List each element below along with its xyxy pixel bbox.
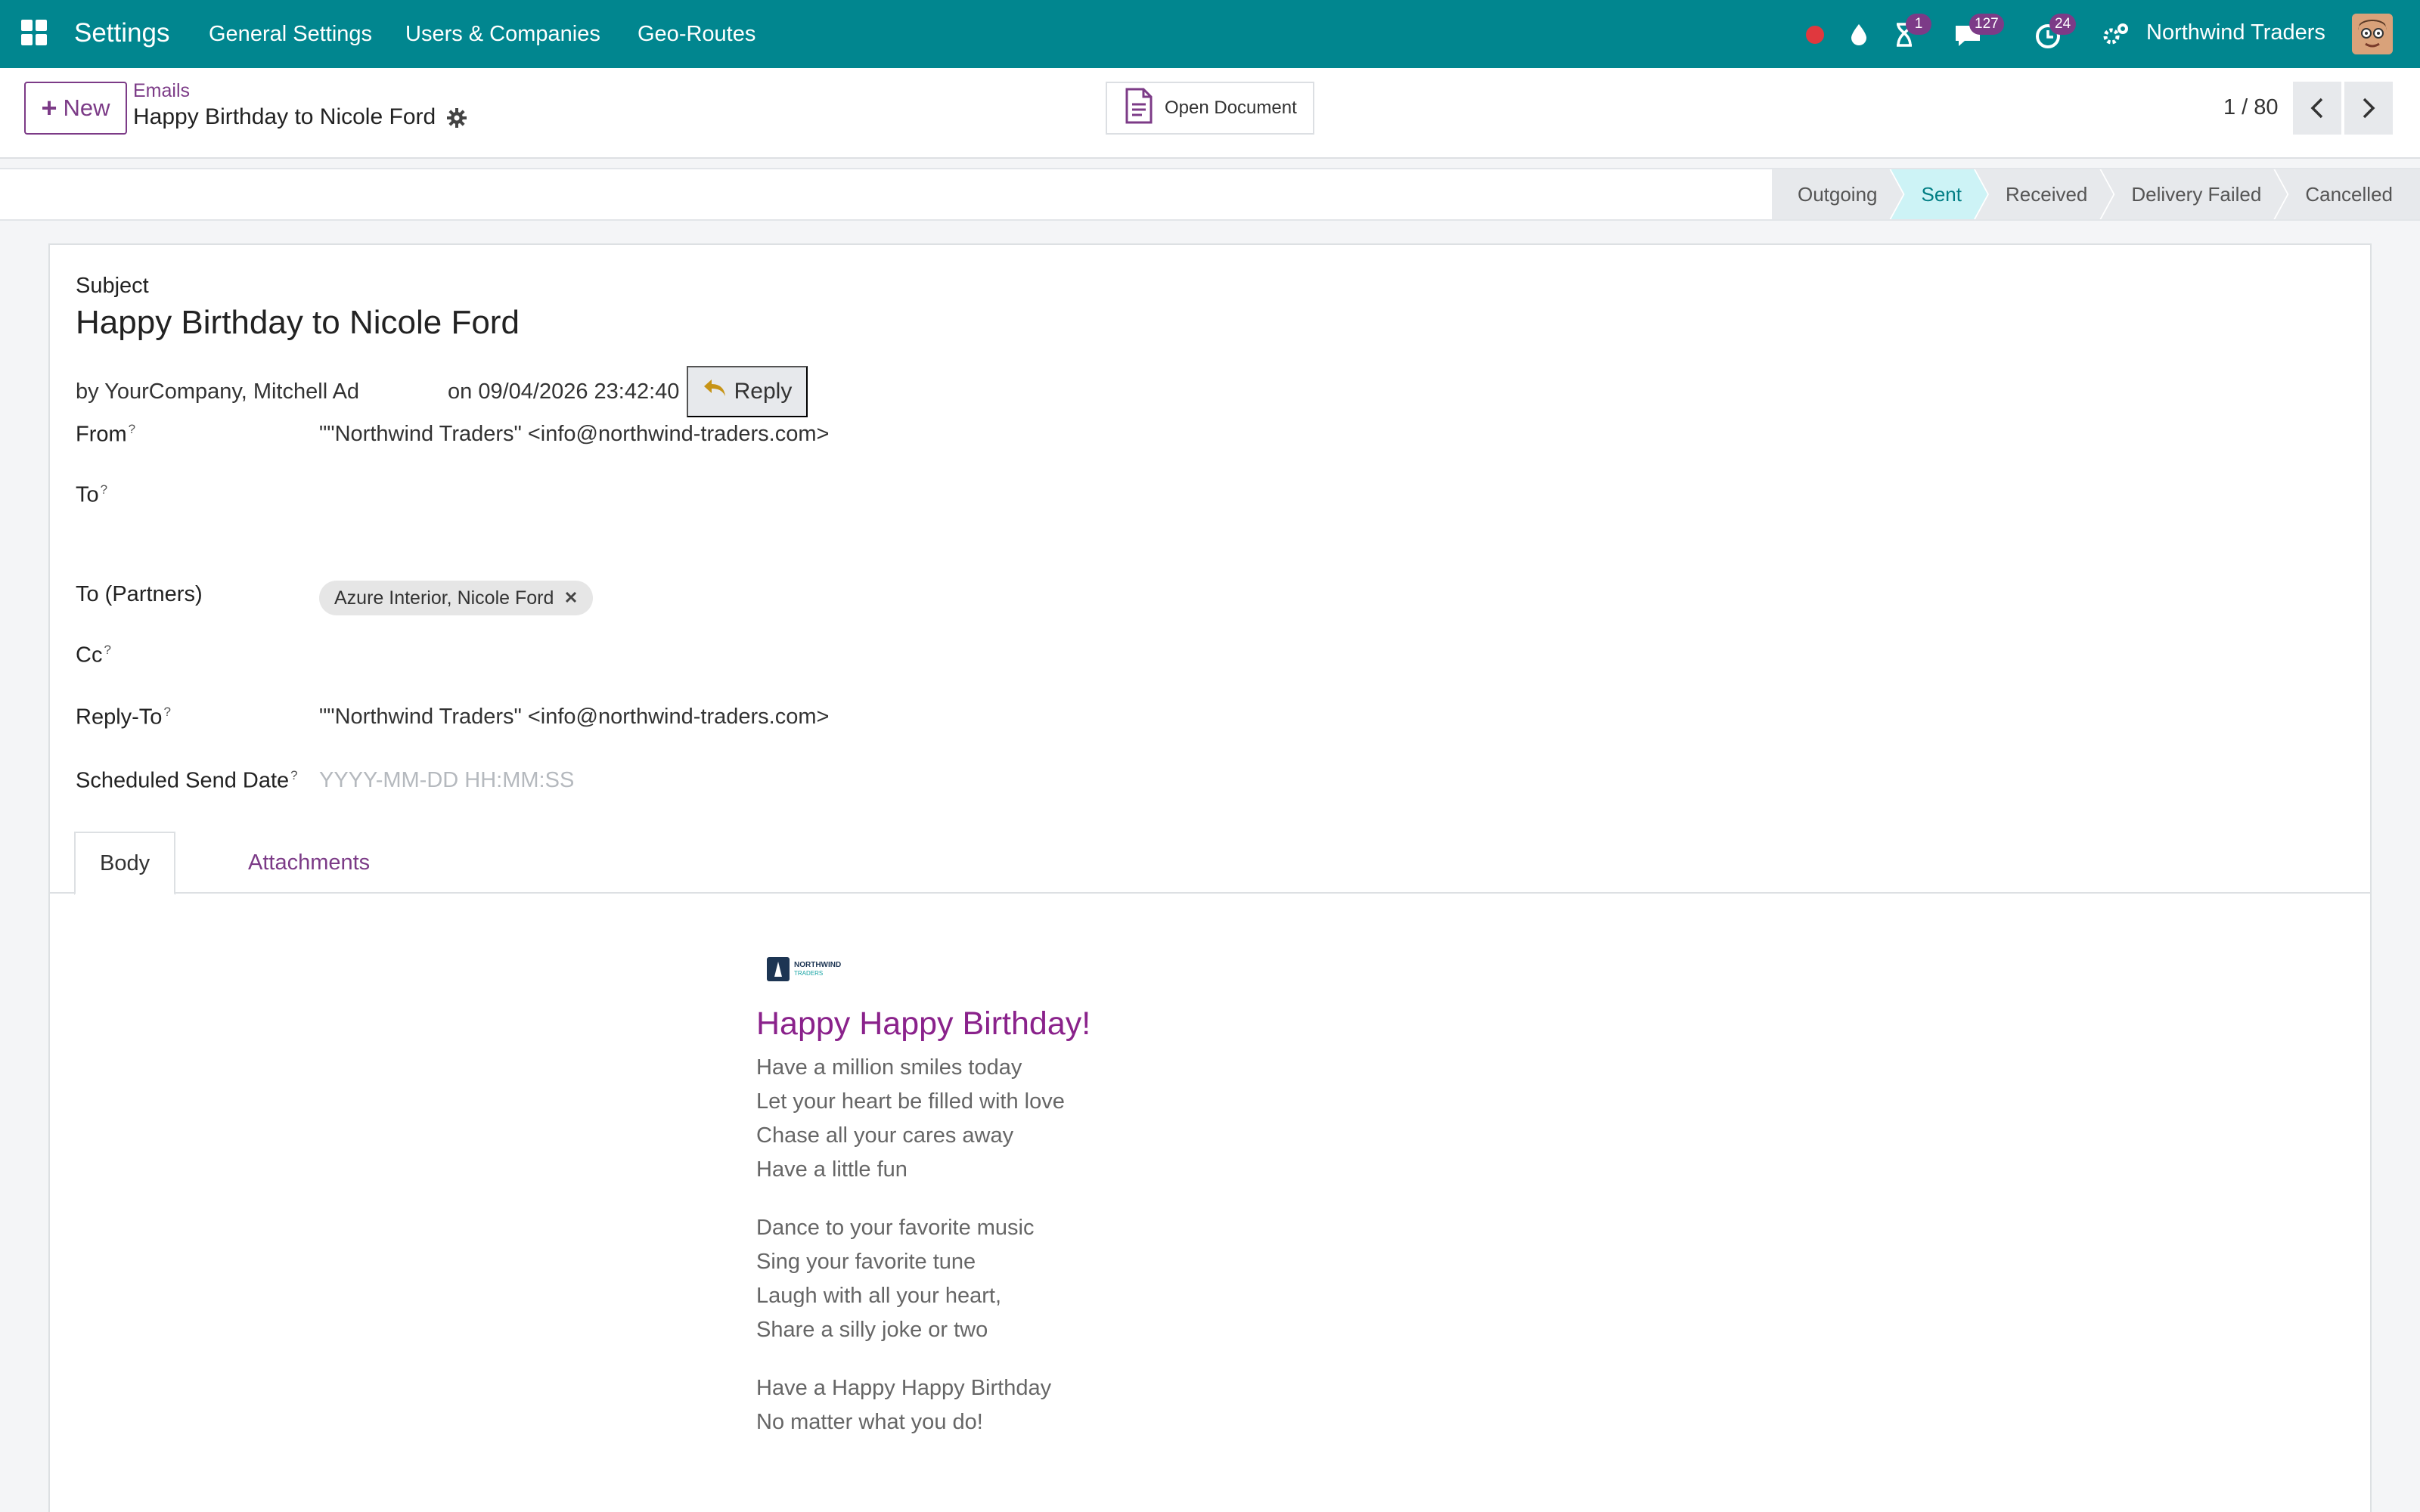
status-bar: Outgoing Sent Received Delivery Failed C… <box>0 168 2420 221</box>
tab-body[interactable]: Body <box>74 832 176 895</box>
drop-icon[interactable] <box>1842 18 1876 51</box>
chevron-left-icon <box>2310 98 2323 119</box>
logo-text: NORTHWIND TRADERS <box>794 961 842 977</box>
to-help-mark[interactable]: ? <box>101 482 107 497</box>
new-button[interactable]: + New <box>24 82 127 135</box>
subject-label: Subject <box>76 274 149 298</box>
stage-outgoing[interactable]: Outgoing <box>1772 169 1903 219</box>
cc-field[interactable] <box>319 643 1227 673</box>
reply-icon <box>703 378 727 405</box>
author-line: by YourCompany, Mitchell Ad <box>76 380 360 404</box>
breadcrumb-emails[interactable]: Emails <box>133 80 190 102</box>
app-title[interactable]: Settings <box>74 18 169 48</box>
menu-general-settings[interactable]: General Settings <box>209 22 372 47</box>
breadcrumb-current: Happy Birthday to Nicole Ford <box>133 104 436 129</box>
top-navbar: Settings General Settings Users & Compan… <box>0 0 2420 68</box>
cc-help-mark[interactable]: ? <box>104 643 110 657</box>
stage-cancelled[interactable]: Cancelled <box>2275 169 2420 219</box>
partner-tag[interactable]: Azure Interior, Nicole Ford <box>319 581 594 615</box>
control-panel: + New Emails Happy Birthday to Nicole Fo… <box>0 68 2420 159</box>
to-field[interactable] <box>319 482 1227 528</box>
poem-stanza-3: Have a Happy Happy Birthday No matter wha… <box>756 1376 1052 1434</box>
stage-selector: Outgoing Sent Received Delivery Failed C… <box>1772 169 2420 219</box>
scheduled-date-input[interactable]: YYYY-MM-DD HH:MM:SS <box>319 768 574 793</box>
reply-to-field[interactable]: ""Northwind Traders" <info@northwind-tra… <box>319 705 829 730</box>
stage-sent[interactable]: Sent <box>1891 169 1988 219</box>
company-name[interactable]: Northwind Traders <box>2146 20 2325 45</box>
plus-icon: + <box>41 92 57 123</box>
document-icon <box>1124 88 1154 129</box>
reply-label: Reply <box>734 379 793 404</box>
messages-badge: 127 <box>1969 14 2004 35</box>
from-label: From? <box>76 422 136 447</box>
pager-next-button[interactable] <box>2344 82 2393 135</box>
to-label: To? <box>76 482 108 507</box>
new-label: New <box>63 94 110 121</box>
date-line: on 09/04/2026 23:42:40 <box>448 380 680 404</box>
reply-to-label: Reply-To? <box>76 705 171 730</box>
pager-value[interactable]: 1 / 80 <box>2223 95 2279 120</box>
poem-stanza-2: Dance to your favorite music Sing your fa… <box>756 1216 1035 1342</box>
company-logo: NORTHWIND TRADERS <box>767 956 862 983</box>
pager-previous-button[interactable] <box>2293 82 2341 135</box>
chevron-right-icon <box>2363 98 2375 119</box>
reply-to-help-mark[interactable]: ? <box>163 705 170 719</box>
gear-icon[interactable] <box>446 107 467 129</box>
apps-menu-icon[interactable] <box>21 20 48 47</box>
email-form-sheet: Subject Happy Birthday to Nicole Ford by… <box>48 243 2372 1512</box>
activity-hourglass-icon[interactable]: 1 <box>1888 14 1931 51</box>
stage-received[interactable]: Received <box>1975 169 2113 219</box>
menu-geo-routes[interactable]: Geo-Routes <box>638 22 755 47</box>
company-switch-icon[interactable] <box>2099 18 2133 51</box>
record-icon[interactable] <box>1798 18 1832 51</box>
clock-badge: 24 <box>2049 14 2077 35</box>
tab-attachments[interactable]: Attachments <box>224 832 394 894</box>
tag-remove-icon[interactable] <box>564 587 578 609</box>
stage-delivery-failed[interactable]: Delivery Failed <box>2101 169 2287 219</box>
activity-badge: 1 <box>1906 14 1931 35</box>
scheduled-help-mark[interactable]: ? <box>290 768 297 782</box>
open-document-label: Open Document <box>1165 98 1297 118</box>
poem-stanza-1: Have a million smiles today Let your hear… <box>756 1055 1065 1182</box>
clock-icon[interactable]: 24 <box>2031 14 2077 51</box>
reply-button[interactable]: Reply <box>687 366 808 417</box>
scheduled-date-label: Scheduled Send Date? <box>76 768 298 793</box>
from-field[interactable]: ""Northwind Traders" <info@northwind-tra… <box>319 422 829 447</box>
menu-users-companies[interactable]: Users & Companies <box>405 22 600 47</box>
subject-value[interactable]: Happy Birthday to Nicole Ford <box>76 304 520 342</box>
logo-mark-icon <box>767 957 790 981</box>
to-partners-label: To (Partners) <box>76 582 203 606</box>
user-avatar[interactable] <box>2352 14 2393 54</box>
open-document-button[interactable]: Open Document <box>1106 82 1314 135</box>
messages-icon[interactable]: 127 <box>1951 14 2004 51</box>
email-title: Happy Happy Birthday! <box>756 1005 1091 1042</box>
notebook-tabs: Body Attachments <box>50 832 2370 895</box>
partner-tag-label: Azure Interior, Nicole Ford <box>334 587 554 609</box>
from-help-mark[interactable]: ? <box>129 422 135 436</box>
cc-label: Cc? <box>76 643 111 668</box>
